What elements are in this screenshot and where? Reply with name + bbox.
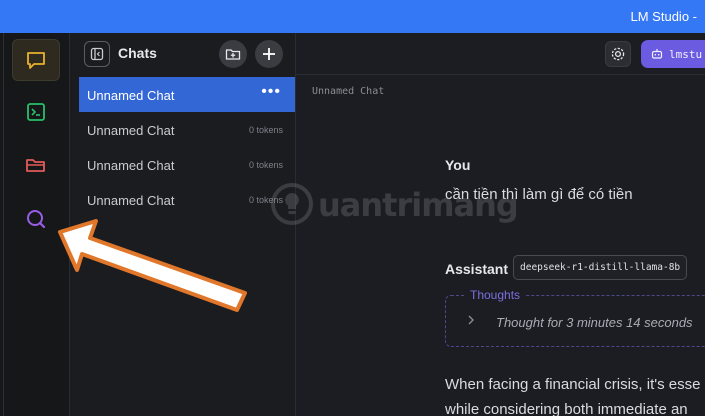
chevron-right-icon[interactable] xyxy=(466,314,476,326)
rail-my-models-button[interactable] xyxy=(12,144,60,186)
robot-icon xyxy=(651,49,663,59)
chat-list-item[interactable]: Unnamed Chat 0 tokens xyxy=(79,182,295,217)
thoughts-label: Thoughts xyxy=(466,288,525,302)
current-chat-name[interactable]: Unnamed Chat xyxy=(312,86,384,97)
model-badge: deepseek-r1-distill-llama-8b xyxy=(513,255,688,280)
thoughts-panel[interactable]: Thoughts Thought for 3 minutes 14 second… xyxy=(445,288,705,347)
chat-list-item[interactable]: Unnamed Chat 0 tokens xyxy=(79,112,295,147)
new-chat-button[interactable] xyxy=(255,40,283,68)
chats-sidebar: Chats Unnamed Chat ••• Unnamed Chat 0 to… xyxy=(70,33,296,416)
chat-name: Unnamed Chat xyxy=(87,123,175,138)
assistant-response-line: while considering both immediate an xyxy=(445,401,688,416)
lightbulb-logo-icon xyxy=(271,183,313,225)
thoughts-summary: Thought for 3 minutes 14 seconds xyxy=(496,315,693,330)
user-label: You xyxy=(445,157,471,173)
chat-list-item[interactable]: Unnamed Chat 0 tokens xyxy=(79,147,295,182)
gear-icon xyxy=(611,47,625,61)
title-bar: LM Studio - xyxy=(0,0,705,33)
load-model-label: lmstu xyxy=(669,47,703,61)
assistant-label: Assistant xyxy=(445,261,509,277)
plus-icon xyxy=(263,48,275,60)
new-folder-button[interactable] xyxy=(219,40,247,68)
token-count: 0 tokens xyxy=(248,160,283,170)
terminal-icon xyxy=(27,103,45,121)
more-options-icon[interactable]: ••• xyxy=(261,83,281,101)
assistant-response-line: When facing a financial crisis, it's ess… xyxy=(445,376,701,393)
chat-bubble-icon xyxy=(27,52,45,69)
collapse-sidebar-button[interactable] xyxy=(84,41,110,67)
main-topbar: lmstu xyxy=(296,33,705,75)
watermark-text: uantrimang xyxy=(318,186,519,224)
rail-chat-button[interactable] xyxy=(12,39,60,81)
settings-button[interactable] xyxy=(605,41,631,67)
chat-name: Unnamed Chat xyxy=(87,88,175,103)
load-model-button[interactable]: lmstu xyxy=(641,40,705,68)
window-title: LM Studio - xyxy=(630,9,697,24)
chats-header: Chats xyxy=(70,33,296,75)
chat-list-item[interactable]: Unnamed Chat ••• xyxy=(79,77,295,112)
watermark-logo: uantrimang xyxy=(268,180,519,230)
folder-plus-icon xyxy=(225,49,241,60)
rail-edge xyxy=(3,33,4,416)
chat-name: Unnamed Chat xyxy=(87,193,175,208)
search-icon xyxy=(27,210,46,229)
rail-discover-button[interactable] xyxy=(12,198,60,240)
chats-title: Chats xyxy=(118,45,157,61)
rail-developer-button[interactable] xyxy=(12,91,60,133)
chat-name: Unnamed Chat xyxy=(87,158,175,173)
token-count: 0 tokens xyxy=(248,125,283,135)
folder-icon xyxy=(26,159,45,172)
left-rail xyxy=(0,33,70,416)
sidebar-collapse-icon xyxy=(90,47,104,61)
